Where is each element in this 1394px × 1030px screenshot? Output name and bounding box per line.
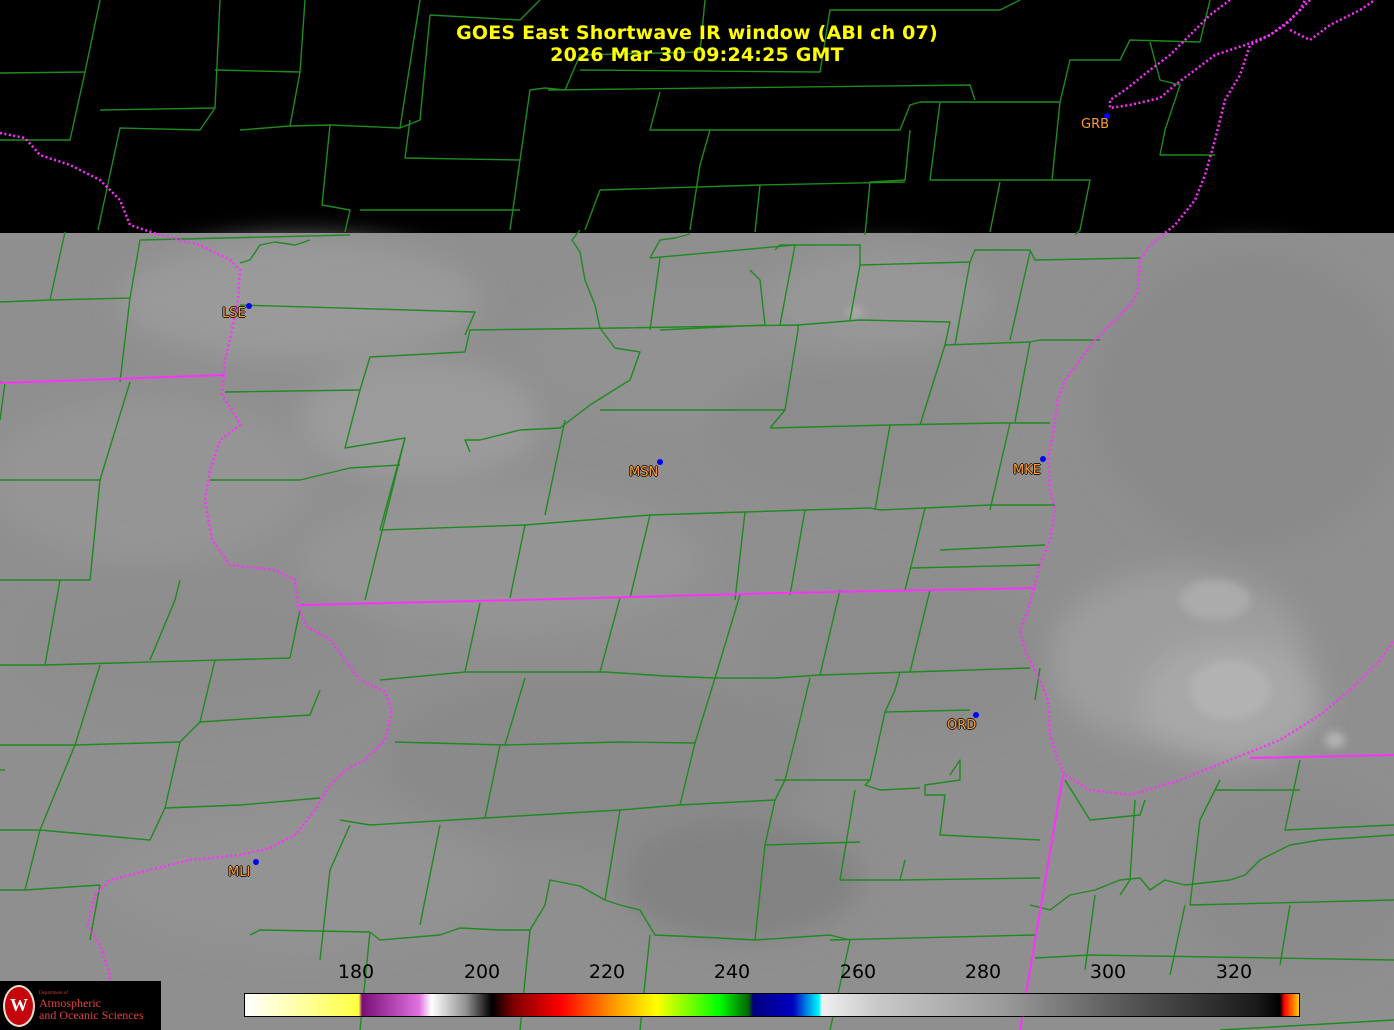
station-label-grb: GRB xyxy=(1081,117,1110,132)
colorbar-tick: 300 xyxy=(1089,961,1127,983)
map-title: GOES East Shortwave IR window (ABI ch 07… xyxy=(456,22,938,44)
map-timestamp: 2026 Mar 30 09:24:25 GMT xyxy=(550,44,844,66)
logo-text: Department of Atmospheric and Oceanic Sc… xyxy=(39,990,144,1021)
station-label-mli: MLI xyxy=(228,865,251,880)
aos-logo: W Department of Atmospheric and Oceanic … xyxy=(0,981,161,1030)
station-dot-lse xyxy=(246,303,252,309)
colorbar-tick: 260 xyxy=(839,961,877,983)
logo-line2: and Oceanic Sciences xyxy=(39,1008,144,1022)
colorbar-tick: 240 xyxy=(713,961,751,983)
station-label-mke: MKE xyxy=(1013,463,1041,478)
station-dot-mli xyxy=(253,859,259,865)
colorbar-tick: 180 xyxy=(337,961,375,983)
station-dot-mke xyxy=(1040,456,1046,462)
temperature-colorbar xyxy=(244,993,1300,1017)
colorbar-tick: 220 xyxy=(588,961,626,983)
station-label-lse: LSE xyxy=(222,306,246,321)
colorbar-tick: 320 xyxy=(1215,961,1253,983)
station-label-msn: MSN xyxy=(629,465,659,480)
map-canvas xyxy=(0,0,1394,1030)
uw-crest-icon: W xyxy=(3,984,35,1027)
colorbar-tick: 200 xyxy=(463,961,501,983)
station-label-ord: ORD xyxy=(947,718,977,733)
satellite-map: GOES East Shortwave IR window (ABI ch 07… xyxy=(0,0,1394,1030)
colorbar-tick: 280 xyxy=(964,961,1002,983)
